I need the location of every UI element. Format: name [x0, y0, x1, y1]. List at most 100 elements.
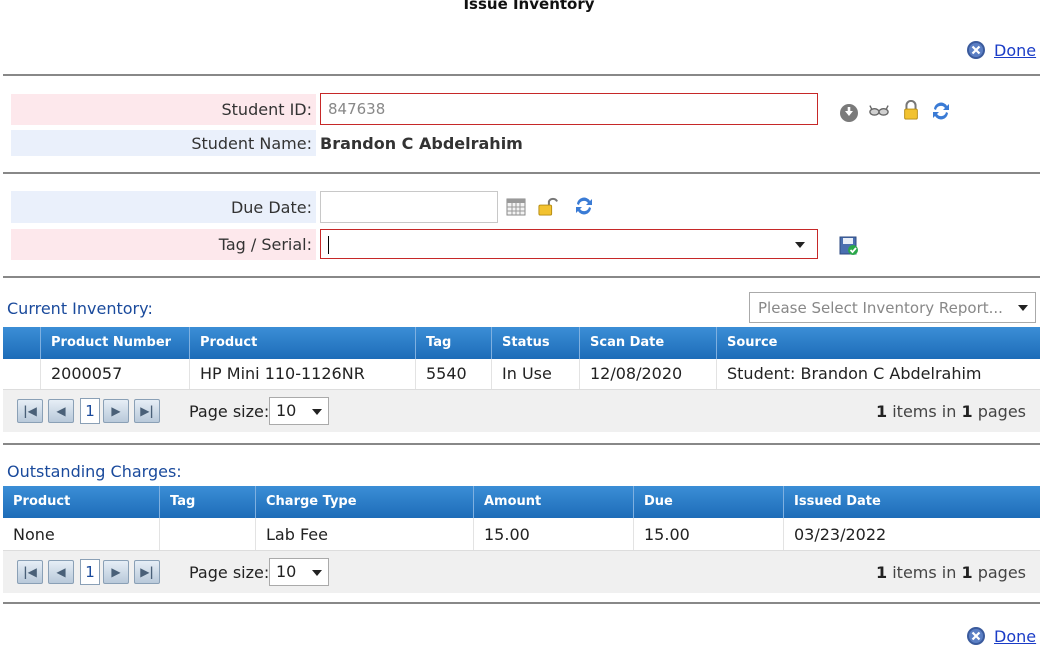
table-cell: 03/23/2022	[783, 518, 1040, 550]
chevron-down-icon[interactable]	[1018, 305, 1028, 311]
lock-icon[interactable]	[901, 100, 921, 120]
column-header[interactable]: Status	[491, 327, 579, 359]
pages-count: 1	[961, 402, 973, 421]
page-size-value: 10	[276, 562, 297, 581]
calendar-icon[interactable]	[506, 197, 526, 217]
column-header[interactable]: Charge Type	[255, 486, 473, 518]
divider	[3, 172, 1040, 174]
pager-info: 1 items in 1 pages	[876, 563, 1026, 582]
save-icon[interactable]	[839, 236, 859, 256]
refresh-icon[interactable]	[930, 100, 952, 122]
student-id-label: Student ID:	[221, 100, 313, 119]
due-date-label: Due Date:	[230, 198, 312, 217]
page-number[interactable]: 1	[80, 398, 100, 424]
last-page-icon[interactable]: ▶|	[134, 560, 160, 584]
done-bottom[interactable]: Done	[966, 626, 1036, 646]
pages-label: pages	[977, 402, 1026, 421]
column-header[interactable]: Tag	[159, 486, 255, 518]
close-circle-icon[interactable]	[966, 626, 986, 646]
table-cell: 5540	[415, 359, 491, 389]
divider	[3, 443, 1040, 445]
pager-info: 1 items in 1 pages	[876, 402, 1026, 421]
tag-serial-combobox[interactable]	[320, 229, 818, 259]
last-page-icon[interactable]: ▶|	[134, 399, 160, 423]
pages-count: 1	[961, 563, 973, 582]
next-page-icon[interactable]: ▶	[103, 560, 129, 584]
column-header[interactable]: Tag	[415, 327, 491, 359]
unlock-icon[interactable]	[538, 196, 558, 216]
next-page-icon[interactable]: ▶	[103, 399, 129, 423]
down-arrow-icon[interactable]	[839, 103, 859, 123]
page-size-label: Page size:	[189, 563, 270, 582]
chevron-down-icon[interactable]	[795, 242, 805, 248]
chevron-down-icon[interactable]	[312, 570, 322, 576]
table-cell: HP Mini 110-1126NR	[189, 359, 415, 389]
pages-label: pages	[977, 563, 1026, 582]
student-id-value: 847638	[328, 100, 386, 118]
chevron-down-icon[interactable]	[312, 409, 322, 415]
column-header[interactable]: Product	[189, 327, 415, 359]
column-header[interactable]: Source	[716, 327, 1040, 359]
text-cursor	[328, 236, 329, 254]
table-cell: 2000057	[40, 359, 189, 389]
inventory-report-placeholder: Please Select Inventory Report...	[758, 299, 1003, 317]
student-id-label-bg: Student ID:	[11, 94, 316, 125]
outstanding-charges-grid: Product Tag Charge Type Amount Due Issue…	[3, 486, 1040, 593]
current-inventory-title: Current Inventory:	[7, 299, 153, 318]
table-row[interactable]: None Lab Fee 15.00 15.00 03/23/2022	[3, 518, 1040, 550]
table-row[interactable]: 2000057 HP Mini 110-1126NR 5540 In Use 1…	[3, 359, 1040, 389]
prev-page-icon[interactable]: ◀	[48, 399, 74, 423]
done-link[interactable]: Done	[994, 627, 1036, 646]
page-size-label: Page size:	[189, 402, 270, 421]
table-cell	[159, 518, 255, 550]
outstanding-charges-title: Outstanding Charges:	[7, 462, 182, 481]
tag-serial-label: Tag / Serial:	[218, 235, 312, 254]
select-cell[interactable]	[3, 359, 40, 389]
grid-header: Product Tag Charge Type Amount Due Issue…	[3, 486, 1040, 518]
table-cell: Student: Brandon C Abdelrahim	[716, 359, 1040, 389]
first-page-icon[interactable]: |◀	[17, 399, 43, 423]
page-size-value: 10	[276, 401, 297, 420]
first-page-icon[interactable]: |◀	[17, 560, 43, 584]
page-size-select[interactable]: 10	[269, 558, 329, 586]
window-title: Issue Inventory	[463, 0, 595, 13]
close-circle-icon[interactable]	[966, 40, 986, 60]
done-top[interactable]: Done	[966, 40, 1036, 60]
student-id-input[interactable]: 847638	[320, 93, 818, 125]
page-number[interactable]: 1	[80, 559, 100, 585]
refresh-icon[interactable]	[573, 195, 595, 217]
table-cell: In Use	[491, 359, 579, 389]
pager: |◀ ◀ 1 ▶ ▶| Page size: 10 1 items in 1 p…	[3, 550, 1040, 593]
current-inventory-grid: Product Number Product Tag Status Scan D…	[3, 327, 1040, 432]
items-in-label: items in	[892, 563, 957, 582]
page-size-select[interactable]: 10	[269, 397, 329, 425]
due-date-label-bg: Due Date:	[11, 191, 316, 223]
column-header[interactable]: Issued Date	[783, 486, 1040, 518]
divider	[3, 602, 1040, 604]
student-name-label: Student Name:	[191, 134, 312, 153]
table-cell: 15.00	[473, 518, 633, 550]
tag-serial-label-bg: Tag / Serial:	[11, 229, 316, 260]
column-header[interactable]: Scan Date	[579, 327, 716, 359]
student-name-label-bg: Student Name:	[11, 130, 316, 156]
column-header[interactable]: Due	[633, 486, 783, 518]
glasses-icon[interactable]	[869, 101, 889, 121]
items-count: 1	[875, 563, 888, 582]
column-header[interactable]: Amount	[473, 486, 633, 518]
due-date-input[interactable]	[320, 191, 498, 223]
table-cell: 15.00	[633, 518, 783, 550]
table-cell: None	[13, 525, 55, 544]
column-header[interactable]: Product Number	[40, 327, 189, 359]
prev-page-icon[interactable]: ◀	[48, 560, 74, 584]
column-header[interactable]: Product	[3, 486, 159, 518]
items-in-label: items in	[892, 402, 957, 421]
inventory-report-select[interactable]: Please Select Inventory Report...	[749, 292, 1036, 323]
select-column-header	[3, 327, 40, 359]
student-name-value: Brandon C Abdelrahim	[320, 134, 523, 153]
pager: |◀ ◀ 1 ▶ ▶| Page size: 10 1 items in 1 p…	[3, 389, 1040, 432]
divider	[3, 276, 1040, 278]
table-cell: Lab Fee	[255, 518, 473, 550]
done-link[interactable]: Done	[994, 41, 1036, 60]
grid-header: Product Number Product Tag Status Scan D…	[3, 327, 1040, 359]
items-count: 1	[875, 402, 888, 421]
